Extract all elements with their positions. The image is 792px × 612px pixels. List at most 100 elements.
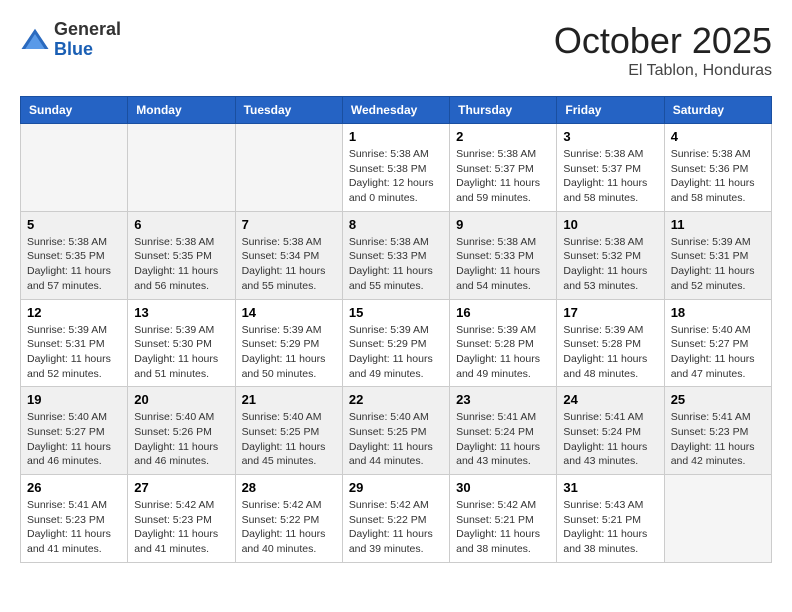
calendar-cell: 2 Sunrise: 5:38 AM Sunset: 5:37 PM Daylig… xyxy=(450,124,557,212)
logo-blue: Blue xyxy=(54,40,121,60)
day-number: 9 xyxy=(456,217,550,232)
calendar-cell: 29Sunrise: 5:42 AM Sunset: 5:22 PM Dayli… xyxy=(342,475,449,563)
day-info: Sunrise: 5:39 AM Sunset: 5:28 PM Dayligh… xyxy=(563,323,657,382)
month-title: October 2025 xyxy=(554,20,772,62)
calendar-cell xyxy=(128,124,235,212)
calendar-cell: 6 Sunrise: 5:38 AM Sunset: 5:35 PM Daylig… xyxy=(128,211,235,299)
calendar-cell: 10Sunrise: 5:38 AM Sunset: 5:32 PM Dayli… xyxy=(557,211,664,299)
day-info: Sunrise: 5:38 AM Sunset: 5:36 PM Dayligh… xyxy=(671,147,765,206)
logo: General Blue xyxy=(20,20,121,60)
day-info: Sunrise: 5:39 AM Sunset: 5:31 PM Dayligh… xyxy=(27,323,121,382)
day-number: 2 xyxy=(456,129,550,144)
day-info: Sunrise: 5:39 AM Sunset: 5:29 PM Dayligh… xyxy=(349,323,443,382)
calendar-week-row: 19 Sunrise: 5:40 AM Sunset: 5:27 PM Dayli… xyxy=(21,387,772,475)
column-header-monday: Monday xyxy=(128,97,235,124)
day-number: 20 xyxy=(134,392,228,407)
day-info: Sunrise: 5:41 AM Sunset: 5:23 PM Dayligh… xyxy=(27,498,121,557)
calendar-cell xyxy=(664,475,771,563)
day-info: Sunrise: 5:38 AM Sunset: 5:38 PM Dayligh… xyxy=(349,147,443,206)
calendar-cell: 15 Sunrise: 5:39 AM Sunset: 5:29 PM Dayli… xyxy=(342,299,449,387)
column-header-thursday: Thursday xyxy=(450,97,557,124)
calendar-cell: 31Sunrise: 5:43 AM Sunset: 5:21 PM Dayli… xyxy=(557,475,664,563)
day-info: Sunrise: 5:40 AM Sunset: 5:27 PM Dayligh… xyxy=(27,410,121,469)
day-info: Sunrise: 5:40 AM Sunset: 5:25 PM Dayligh… xyxy=(242,410,336,469)
day-number: 4 xyxy=(671,129,765,144)
day-number: 18 xyxy=(671,305,765,320)
day-info: Sunrise: 5:41 AM Sunset: 5:24 PM Dayligh… xyxy=(563,410,657,469)
day-number: 21 xyxy=(242,392,336,407)
day-number: 12 xyxy=(27,305,121,320)
day-number: 23 xyxy=(456,392,550,407)
day-info: Sunrise: 5:38 AM Sunset: 5:33 PM Dayligh… xyxy=(456,235,550,294)
day-number: 28 xyxy=(242,480,336,495)
day-info: Sunrise: 5:40 AM Sunset: 5:26 PM Dayligh… xyxy=(134,410,228,469)
day-info: Sunrise: 5:41 AM Sunset: 5:24 PM Dayligh… xyxy=(456,410,550,469)
calendar-cell: 28Sunrise: 5:42 AM Sunset: 5:22 PM Dayli… xyxy=(235,475,342,563)
calendar-cell xyxy=(235,124,342,212)
day-info: Sunrise: 5:38 AM Sunset: 5:35 PM Dayligh… xyxy=(27,235,121,294)
day-number: 17 xyxy=(563,305,657,320)
calendar-table: SundayMondayTuesdayWednesdayThursdayFrid… xyxy=(20,96,772,563)
column-header-wednesday: Wednesday xyxy=(342,97,449,124)
day-info: Sunrise: 5:43 AM Sunset: 5:21 PM Dayligh… xyxy=(563,498,657,557)
day-number: 1 xyxy=(349,129,443,144)
day-info: Sunrise: 5:40 AM Sunset: 5:25 PM Dayligh… xyxy=(349,410,443,469)
calendar-cell: 21 Sunrise: 5:40 AM Sunset: 5:25 PM Dayli… xyxy=(235,387,342,475)
day-number: 26 xyxy=(27,480,121,495)
day-number: 6 xyxy=(134,217,228,232)
column-header-sunday: Sunday xyxy=(21,97,128,124)
page-header: General Blue October 2025 El Tablon, Hon… xyxy=(20,20,772,80)
calendar-cell: 30 Sunrise: 5:42 AM Sunset: 5:21 PM Dayli… xyxy=(450,475,557,563)
day-number: 24 xyxy=(563,392,657,407)
calendar-cell: 19 Sunrise: 5:40 AM Sunset: 5:27 PM Dayli… xyxy=(21,387,128,475)
calendar-cell: 17 Sunrise: 5:39 AM Sunset: 5:28 PM Dayli… xyxy=(557,299,664,387)
logo-icon xyxy=(20,25,50,55)
calendar-cell: 27Sunrise: 5:42 AM Sunset: 5:23 PM Dayli… xyxy=(128,475,235,563)
logo-text: General Blue xyxy=(54,20,121,60)
calendar-cell: 12 Sunrise: 5:39 AM Sunset: 5:31 PM Dayli… xyxy=(21,299,128,387)
column-header-saturday: Saturday xyxy=(664,97,771,124)
day-number: 22 xyxy=(349,392,443,407)
calendar-cell: 3Sunrise: 5:38 AM Sunset: 5:37 PM Daylig… xyxy=(557,124,664,212)
day-info: Sunrise: 5:42 AM Sunset: 5:21 PM Dayligh… xyxy=(456,498,550,557)
calendar-cell: 9 Sunrise: 5:38 AM Sunset: 5:33 PM Daylig… xyxy=(450,211,557,299)
day-info: Sunrise: 5:39 AM Sunset: 5:31 PM Dayligh… xyxy=(671,235,765,294)
calendar-cell: 16 Sunrise: 5:39 AM Sunset: 5:28 PM Dayli… xyxy=(450,299,557,387)
day-number: 8 xyxy=(349,217,443,232)
day-info: Sunrise: 5:38 AM Sunset: 5:35 PM Dayligh… xyxy=(134,235,228,294)
day-number: 19 xyxy=(27,392,121,407)
calendar-week-row: 12 Sunrise: 5:39 AM Sunset: 5:31 PM Dayli… xyxy=(21,299,772,387)
day-info: Sunrise: 5:38 AM Sunset: 5:33 PM Dayligh… xyxy=(349,235,443,294)
calendar-cell: 5 Sunrise: 5:38 AM Sunset: 5:35 PM Daylig… xyxy=(21,211,128,299)
calendar-cell: 22 Sunrise: 5:40 AM Sunset: 5:25 PM Dayli… xyxy=(342,387,449,475)
day-info: Sunrise: 5:39 AM Sunset: 5:29 PM Dayligh… xyxy=(242,323,336,382)
calendar-cell: 24 Sunrise: 5:41 AM Sunset: 5:24 PM Dayli… xyxy=(557,387,664,475)
day-number: 14 xyxy=(242,305,336,320)
title-block: October 2025 El Tablon, Honduras xyxy=(554,20,772,80)
day-info: Sunrise: 5:40 AM Sunset: 5:27 PM Dayligh… xyxy=(671,323,765,382)
calendar-cell: 14 Sunrise: 5:39 AM Sunset: 5:29 PM Dayli… xyxy=(235,299,342,387)
day-info: Sunrise: 5:39 AM Sunset: 5:30 PM Dayligh… xyxy=(134,323,228,382)
location-subtitle: El Tablon, Honduras xyxy=(554,62,772,80)
calendar-cell: 23 Sunrise: 5:41 AM Sunset: 5:24 PM Dayli… xyxy=(450,387,557,475)
day-info: Sunrise: 5:41 AM Sunset: 5:23 PM Dayligh… xyxy=(671,410,765,469)
day-number: 27 xyxy=(134,480,228,495)
calendar-cell: 26 Sunrise: 5:41 AM Sunset: 5:23 PM Dayli… xyxy=(21,475,128,563)
day-number: 16 xyxy=(456,305,550,320)
day-number: 5 xyxy=(27,217,121,232)
day-info: Sunrise: 5:38 AM Sunset: 5:37 PM Dayligh… xyxy=(456,147,550,206)
calendar-week-row: 1 Sunrise: 5:38 AM Sunset: 5:38 PM Daylig… xyxy=(21,124,772,212)
calendar-cell: 1 Sunrise: 5:38 AM Sunset: 5:38 PM Daylig… xyxy=(342,124,449,212)
day-number: 15 xyxy=(349,305,443,320)
day-number: 13 xyxy=(134,305,228,320)
day-info: Sunrise: 5:39 AM Sunset: 5:28 PM Dayligh… xyxy=(456,323,550,382)
logo-general: General xyxy=(54,20,121,40)
day-info: Sunrise: 5:38 AM Sunset: 5:34 PM Dayligh… xyxy=(242,235,336,294)
column-header-friday: Friday xyxy=(557,97,664,124)
day-number: 30 xyxy=(456,480,550,495)
day-number: 29 xyxy=(349,480,443,495)
calendar-cell: 13 Sunrise: 5:39 AM Sunset: 5:30 PM Dayli… xyxy=(128,299,235,387)
calendar-header-row: SundayMondayTuesdayWednesdayThursdayFrid… xyxy=(21,97,772,124)
calendar-cell: 8 Sunrise: 5:38 AM Sunset: 5:33 PM Daylig… xyxy=(342,211,449,299)
day-number: 11 xyxy=(671,217,765,232)
